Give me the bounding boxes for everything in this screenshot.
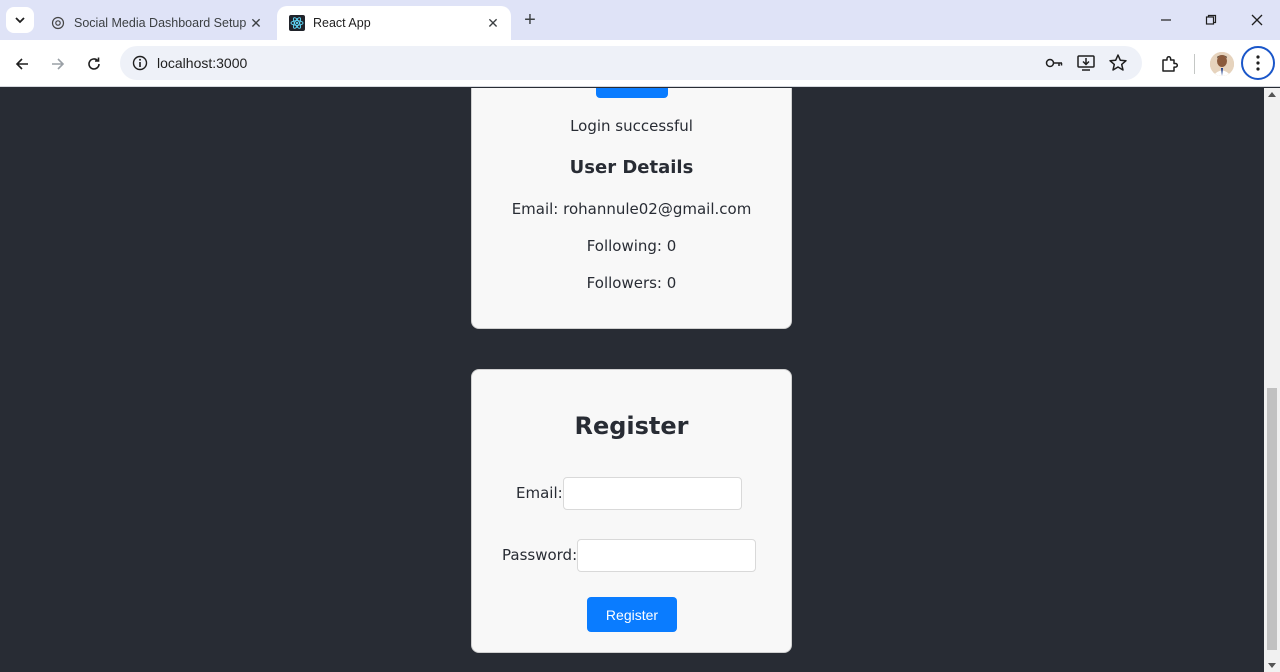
close-window-button[interactable] [1237, 6, 1277, 34]
kebab-menu-icon [1256, 55, 1260, 71]
scroll-up-arrow-icon[interactable] [1268, 92, 1276, 97]
forward-button[interactable] [42, 48, 74, 80]
scrollbar-thumb[interactable] [1267, 388, 1277, 650]
restore-icon [1205, 14, 1217, 25]
email-label: Email: [516, 484, 563, 502]
address-bar[interactable]: localhost:3000 [120, 46, 1142, 80]
minimize-icon [1161, 19, 1171, 21]
chatgpt-icon [50, 15, 66, 31]
bookmark-star-icon[interactable] [1106, 51, 1130, 75]
tab-search-button[interactable] [6, 7, 34, 33]
following-count: Following: 0 [586, 237, 677, 255]
tab-react-app[interactable]: React App ✕ [277, 6, 511, 40]
page-scrollbar[interactable] [1264, 88, 1280, 672]
react-icon [289, 15, 305, 31]
page-viewport: Login successful User Details Email: roh… [0, 88, 1264, 672]
password-field[interactable] [577, 539, 756, 572]
restore-button[interactable] [1191, 6, 1231, 34]
chevron-down-icon [15, 17, 25, 24]
followers-count: Followers: 0 [586, 274, 677, 292]
close-tab-icon[interactable]: ✕ [246, 13, 266, 33]
arrow-left-icon [15, 58, 28, 70]
login-status-message: Login successful [570, 117, 693, 135]
url-text: localhost:3000 [157, 55, 248, 71]
profile-avatar[interactable] [1210, 52, 1234, 76]
login-button[interactable] [596, 88, 668, 98]
browser-toolbar: localhost:3000 [0, 40, 1280, 87]
arrow-right-icon [52, 58, 65, 70]
password-label: Password: [502, 546, 578, 564]
close-icon [1251, 14, 1263, 26]
tab-title: Social Media Dashboard Setup [74, 16, 246, 30]
scroll-down-arrow-icon[interactable] [1268, 663, 1276, 668]
site-info-icon[interactable] [128, 51, 152, 75]
register-button[interactable]: Register [587, 597, 677, 632]
close-tab-icon[interactable]: ✕ [483, 13, 503, 33]
browser-menu-button[interactable] [1241, 46, 1275, 80]
register-card: Register Email: Password: Register [471, 369, 792, 653]
password-key-icon[interactable] [1042, 51, 1066, 75]
install-app-icon[interactable] [1074, 51, 1098, 75]
reload-icon [88, 57, 100, 70]
register-title: Register [574, 412, 689, 440]
user-details-heading: User Details [569, 157, 694, 178]
toolbar-divider [1194, 54, 1195, 74]
tab-strip: Social Media Dashboard Setup ✕ React App… [0, 0, 1280, 40]
minimize-button[interactable] [1146, 6, 1186, 34]
reload-button[interactable] [78, 48, 110, 80]
user-email: Email: rohannule02@gmail.com [511, 200, 752, 218]
tab-title: React App [313, 16, 371, 30]
extensions-puzzle-icon[interactable] [1155, 50, 1183, 78]
email-field[interactable] [563, 477, 742, 510]
new-tab-button[interactable]: + [518, 8, 542, 32]
user-details-card: Login successful User Details Email: roh… [471, 88, 792, 329]
back-button[interactable] [6, 48, 38, 80]
tab-social-media-dashboard[interactable]: Social Media Dashboard Setup ✕ [38, 6, 274, 40]
